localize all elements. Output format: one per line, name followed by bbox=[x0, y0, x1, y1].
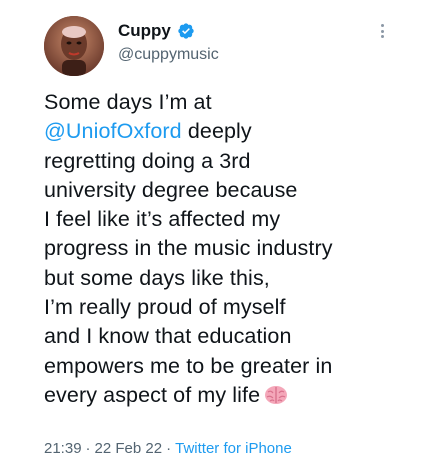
tweet-line: empowers me to be greater in bbox=[44, 353, 333, 378]
tweet-line-text: deeply bbox=[181, 119, 252, 144]
tweet-line: and I know that education bbox=[44, 324, 292, 349]
user-handle[interactable]: @cuppymusic bbox=[118, 46, 219, 64]
tweet-meta: 21:39 · 22 Feb 22 · Twitter for iPhone bbox=[44, 440, 292, 457]
tweet-line: university degree because bbox=[44, 177, 298, 202]
tweet-line: I’m really proud of myself bbox=[44, 295, 286, 320]
avatar[interactable] bbox=[44, 16, 104, 76]
tweet-line: Some days I’m at bbox=[44, 90, 212, 114]
mention-link[interactable]: @UniofOxford bbox=[44, 119, 182, 143]
tweet-line: every aspect of my life bbox=[44, 381, 404, 410]
meta-separator: · bbox=[85, 440, 91, 457]
verified-badge-icon bbox=[178, 23, 194, 39]
tweet-header: Cuppy @cuppymusic bbox=[118, 20, 219, 64]
tweet-text: Some days I’m at @UniofOxford deeply reg… bbox=[44, 88, 404, 410]
tweet-time[interactable]: 21:39 bbox=[44, 440, 82, 457]
more-dot bbox=[380, 29, 384, 33]
tweet-line: progress in the music industry bbox=[44, 236, 333, 261]
tweet-line: I feel like it’s affected my bbox=[44, 207, 281, 232]
more-dot bbox=[380, 24, 384, 27]
more-dot bbox=[380, 35, 384, 38]
avatar-photo bbox=[44, 16, 104, 76]
display-name-row: Cuppy bbox=[118, 20, 219, 42]
tweet-line-text: every aspect of my life bbox=[44, 382, 261, 407]
meta-separator: · bbox=[166, 440, 172, 457]
display-name[interactable]: Cuppy bbox=[118, 21, 171, 41]
tweet-source-link[interactable]: Twitter for iPhone bbox=[175, 440, 292, 457]
tweet-line: @UniofOxford deeply bbox=[44, 117, 404, 146]
tweet-line: but some days like this, bbox=[44, 265, 270, 290]
tweet-line: regretting doing a 3rd bbox=[44, 148, 251, 173]
tweet-date[interactable]: 22 Feb 22 bbox=[95, 440, 163, 457]
tweet-card: Cuppy @cuppymusic Some days I’m at @Unio… bbox=[0, 0, 441, 466]
brain-icon bbox=[265, 385, 288, 404]
more-options-icon[interactable] bbox=[373, 22, 391, 40]
